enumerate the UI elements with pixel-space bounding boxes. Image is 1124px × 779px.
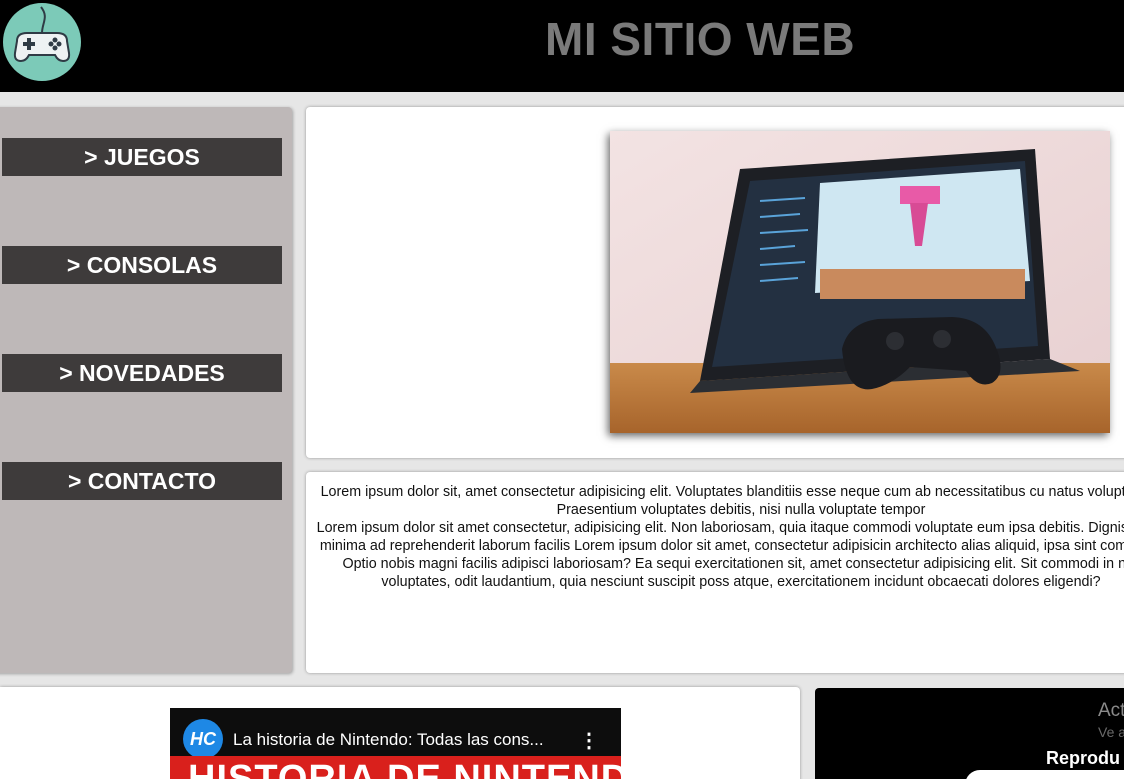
sidebar-nav: > JUEGOS > CONSOLAS > NOVEDADES > CONTAC…: [0, 107, 292, 673]
activate-text: Act: [1098, 700, 1124, 721]
video-title-bar: HC La historia de Nintendo: Todas las co…: [170, 708, 621, 759]
channel-logo[interactable]: HC: [183, 719, 223, 759]
nav-novedades-button[interactable]: > NOVEDADES: [2, 354, 282, 392]
text-panel: Lorem ipsum dolor sit, amet consectetur …: [306, 472, 1124, 673]
site-header: MI SITIO WEB: [0, 0, 1124, 92]
paragraph-2: Lorem ipsum dolor sit amet consectetur, …: [316, 520, 1124, 590]
lorem-text: Lorem ipsum dolor sit, amet consectetur …: [316, 483, 1124, 591]
video-title[interactable]: La historia de Nintendo: Todas las cons.…: [233, 730, 544, 750]
play-text: Reprodu: [1046, 748, 1120, 768]
hero-panel: [306, 107, 1124, 458]
nav-contacto-button[interactable]: > CONTACTO: [2, 462, 282, 500]
video-panel: HC La historia de Nintendo: Todas las co…: [0, 687, 800, 779]
side-media-panel: Act Ve a Reprodu: [815, 688, 1124, 779]
page-title: MI SITIO WEB: [545, 13, 856, 65]
paragraph-1: Lorem ipsum dolor sit, amet consectetur …: [320, 484, 1124, 518]
thumbnail-text: HISTORIA DE NINTENDO: [188, 758, 621, 779]
youtube-video-embed[interactable]: HC La historia de Nintendo: Todas las co…: [170, 708, 621, 779]
gamepad-icon[interactable]: [3, 3, 81, 81]
go-to-text: Ve a: [1098, 724, 1124, 740]
nav-juegos-button[interactable]: > JUEGOS: [2, 138, 282, 176]
hero-image: [610, 131, 1110, 433]
play-button[interactable]: [965, 770, 1124, 779]
more-vertical-icon[interactable]: ⋮: [579, 730, 599, 752]
nav-consolas-button[interactable]: > CONSOLAS: [2, 246, 282, 284]
video-thumbnail[interactable]: HISTORIA DE NINTENDO: [170, 756, 621, 779]
